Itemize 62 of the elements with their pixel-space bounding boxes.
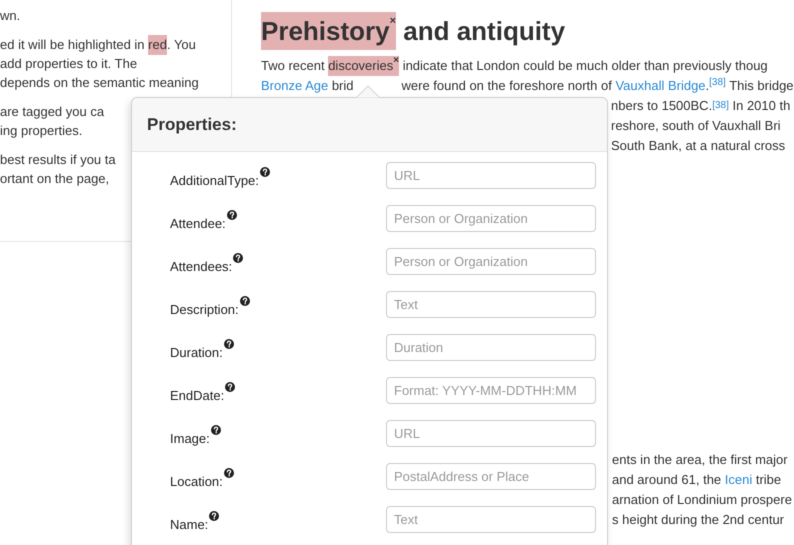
field-label: AdditionalType:: [170, 172, 259, 190]
text: tribe: [754, 472, 782, 487]
field-label: Name:: [170, 516, 208, 534]
text: . You: [166, 36, 196, 54]
input-field[interactable]: Person or Organization: [386, 205, 596, 232]
tagged-phrase[interactable]: discoveries×: [328, 56, 400, 76]
help-icon[interactable]: [225, 382, 236, 392]
text: indicate that London could be much older than previously thoug: [402, 58, 768, 73]
text: .$^{[38]}$: [706, 78, 726, 93]
remove-tag-button[interactable]: ×: [390, 16, 396, 27]
input-field[interactable]: Duration: [386, 334, 596, 361]
text: reshore, south of Vauxhall Bri: [611, 118, 781, 133]
text: are tagged you ca: [0, 103, 104, 121]
text: ed it will be highlighted in: [0, 36, 146, 54]
remove-tag-button[interactable]: ×: [393, 56, 400, 66]
text: and around 61, the: [612, 472, 722, 487]
help-icon[interactable]: [226, 210, 237, 220]
text: South Bank, at a natural cross: [611, 138, 786, 153]
help-icon[interactable]: [224, 468, 234, 478]
text: ing properties.: [0, 122, 82, 140]
text: best results if you ta: [0, 151, 116, 169]
text: arnation of Londinium prospere: [612, 492, 792, 507]
popover-title: Properties:: [147, 114, 237, 136]
input-field[interactable]: Format: YYYY-MM-DDTHH:MM: [386, 377, 596, 404]
input-field[interactable]: URL: [386, 420, 596, 447]
help-icon[interactable]: [233, 252, 244, 263]
text: wn.: [0, 7, 20, 25]
link[interactable]: Vauxhall Bridge: [615, 78, 706, 93]
text: In 2010 th: [731, 98, 790, 113]
input-field[interactable]: Person or Organization: [386, 248, 596, 275]
input-field[interactable]: Text: [386, 506, 596, 533]
field-label: Location:: [170, 472, 223, 491]
section-heading: Prehistory× and antiquity: [261, 12, 794, 52]
field-label: EndDate:: [170, 386, 224, 405]
help-icon[interactable]: [209, 510, 220, 521]
text: brid: [330, 78, 354, 93]
text: Two recent: [261, 58, 326, 73]
text: depends on the semantic meaning: [0, 74, 199, 92]
link[interactable]: Iceni: [724, 472, 752, 487]
tagged-text: discoveries: [328, 57, 394, 75]
text: This bridge: [728, 78, 794, 93]
text: s height during the 2nd centur: [612, 512, 784, 527]
reference-link[interactable]: [38]: [712, 99, 729, 112]
text: ents in the area, the first major: [612, 452, 788, 467]
text: add properties to it. The: [0, 55, 138, 73]
highlighted-word: red: [148, 35, 167, 54]
help-icon[interactable]: [260, 166, 270, 177]
input-field[interactable]: PostalAddress or Place: [386, 463, 596, 490]
input-field[interactable]: URL: [386, 162, 596, 189]
field-label: Attendee:: [170, 214, 226, 233]
help-icon[interactable]: [240, 296, 250, 306]
text: nbers to 1500BC.: [611, 98, 712, 113]
field-label: Description:: [170, 300, 239, 319]
field-label: Image:: [170, 430, 210, 448]
input-field[interactable]: Text: [386, 291, 596, 318]
field-label: Attendees:: [170, 258, 232, 276]
link[interactable]: Bronze Age: [261, 78, 328, 93]
help-icon[interactable]: [210, 424, 221, 435]
text: were found on the foreshore north of: [402, 78, 613, 93]
help-icon[interactable]: [224, 338, 234, 349]
text: ortant on the page,: [0, 170, 110, 188]
field-label: Duration:: [170, 344, 223, 362]
